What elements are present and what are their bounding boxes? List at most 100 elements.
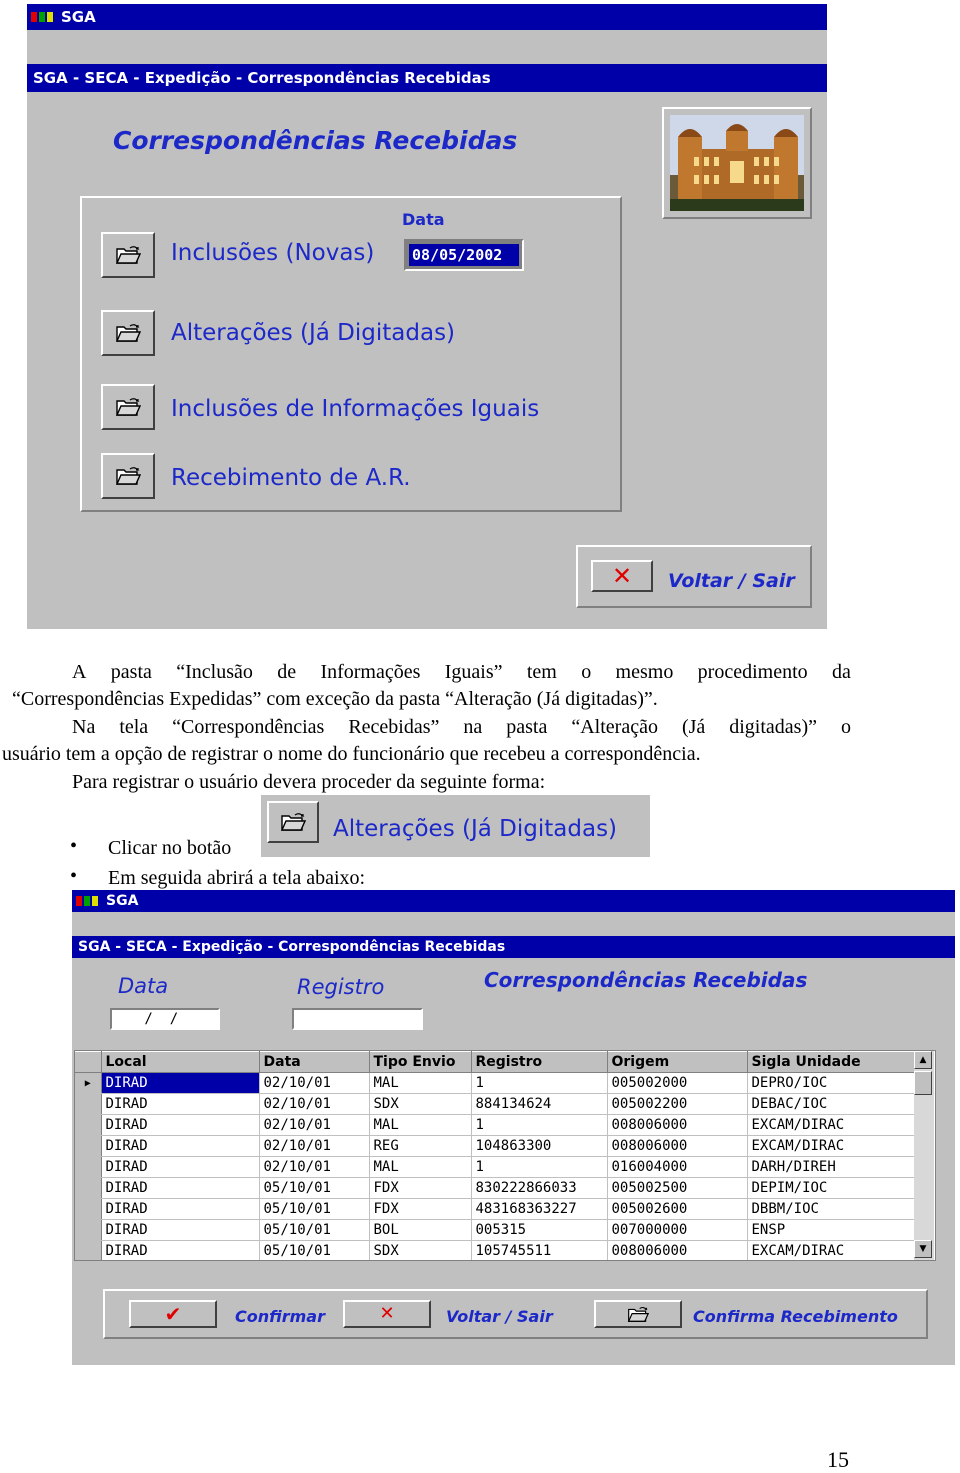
cell-origem[interactable]: 008006000 [607, 1114, 748, 1136]
table-row[interactable]: DIRAD 02/10/01 MAL 1 008006000 EXCAM/DIR… [75, 1114, 920, 1136]
cell-local[interactable]: DIRAD [101, 1156, 260, 1178]
table-row[interactable]: ▶ DIRAD 02/10/01 MAL 1 005002000 DEPRO/I… [75, 1072, 920, 1094]
option-recebimento-ar-button[interactable] [101, 453, 155, 499]
word: Iguais” [444, 661, 503, 683]
cell-tipo-envio[interactable]: MAL [369, 1114, 472, 1136]
option-alteracoes-button[interactable] [101, 310, 155, 356]
cell-origem[interactable]: 005002500 [607, 1177, 748, 1199]
column-header-sigla-unidade[interactable]: Sigla Unidade [747, 1051, 920, 1073]
column-header-data[interactable]: Data [259, 1051, 370, 1073]
cell-sigla-unidade[interactable]: ENSP [747, 1219, 920, 1241]
table-row[interactable]: DIRAD 02/10/01 MAL 1 016004000 DARH/DIRE… [75, 1156, 920, 1178]
cell-sigla-unidade[interactable]: DEPIM/IOC [747, 1177, 920, 1199]
option-recebimento-ar-label[interactable]: Recebimento de A.R. [171, 465, 411, 491]
cell-registro[interactable]: 105745511 [471, 1240, 608, 1260]
cell-sigla-unidade[interactable]: DEBAC/IOC [747, 1093, 920, 1115]
screen2-exit-label[interactable]: Voltar / Sair [446, 1307, 553, 1326]
cell-data[interactable]: 05/10/01 [259, 1177, 370, 1199]
cell-local[interactable]: DIRAD [101, 1072, 260, 1094]
option-alteracoes-label[interactable]: Alterações (Já Digitadas) [171, 320, 455, 346]
cell-data[interactable]: 05/10/01 [259, 1198, 370, 1220]
scroll-up-arrow-icon[interactable]: ▲ [914, 1051, 932, 1069]
cell-local[interactable]: DIRAD [101, 1135, 260, 1157]
cell-registro[interactable]: 884134624 [471, 1093, 608, 1115]
records-grid[interactable]: Local Data Tipo Envio Registro Origem Si… [74, 1050, 936, 1261]
confirm-receipt-label[interactable]: Confirma Recebimento [693, 1307, 898, 1326]
column-header-tipo-envio[interactable]: Tipo Envio [369, 1051, 472, 1073]
cell-registro[interactable]: 005315 [471, 1219, 608, 1241]
cell-tipo-envio[interactable]: FDX [369, 1177, 472, 1199]
table-row[interactable]: DIRAD 05/10/01 BOL 005315 007000000 ENSP [75, 1219, 920, 1241]
scroll-down-arrow-icon[interactable]: ▼ [914, 1240, 932, 1258]
cell-tipo-envio[interactable]: FDX [369, 1198, 472, 1220]
cell-origem[interactable]: 005002200 [607, 1093, 748, 1115]
cell-origem[interactable]: 008006000 [607, 1135, 748, 1157]
table-row[interactable]: DIRAD 05/10/01 SDX 105745511 008006000 E… [75, 1240, 920, 1260]
cell-sigla-unidade[interactable]: DEPRO/IOC [747, 1072, 920, 1094]
cell-local[interactable]: DIRAD [101, 1198, 260, 1220]
screen2-registro-field[interactable] [292, 1008, 423, 1030]
paragraph1-line1: A pasta “Inclusão de Informações Iguais”… [72, 659, 851, 687]
row-indicator [75, 1219, 102, 1241]
cell-tipo-envio[interactable]: SDX [369, 1093, 472, 1115]
word: Na [72, 716, 96, 738]
table-row[interactable]: DIRAD 05/10/01 FDX 483168363227 00500260… [75, 1198, 920, 1220]
cell-tipo-envio[interactable]: MAL [369, 1072, 472, 1094]
cell-tipo-envio[interactable]: REG [369, 1135, 472, 1157]
cell-data[interactable]: 05/10/01 [259, 1240, 370, 1260]
cell-tipo-envio[interactable]: BOL [369, 1219, 472, 1241]
cell-origem[interactable]: 008006000 [607, 1240, 748, 1260]
screen2-exit-button[interactable]: ✕ [343, 1300, 431, 1328]
table-row[interactable]: DIRAD 02/10/01 SDX 884134624 005002200 D… [75, 1093, 920, 1115]
confirm-receipt-button[interactable] [594, 1300, 682, 1328]
cell-origem[interactable]: 016004000 [607, 1156, 748, 1178]
cell-registro[interactable]: 483168363227 [471, 1198, 608, 1220]
confirm-label[interactable]: Confirmar [235, 1307, 325, 1326]
screen2-date-field[interactable]: / / [110, 1008, 220, 1030]
cell-local[interactable]: DIRAD [101, 1240, 260, 1260]
open-folder-icon [115, 245, 141, 265]
cell-data[interactable]: 02/10/01 [259, 1135, 370, 1157]
cell-sigla-unidade[interactable]: EXCAM/DIRAC [747, 1135, 920, 1157]
screen1-date-field[interactable]: 08/05/2002 [404, 239, 524, 271]
cell-local[interactable]: DIRAD [101, 1177, 260, 1199]
confirm-button[interactable]: ✔ [129, 1300, 217, 1328]
cell-local[interactable]: DIRAD [101, 1114, 260, 1136]
cell-data[interactable]: 02/10/01 [259, 1072, 370, 1094]
cell-registro[interactable]: 1 [471, 1114, 608, 1136]
cell-origem[interactable]: 007000000 [607, 1219, 748, 1241]
cell-local[interactable]: DIRAD [101, 1093, 260, 1115]
option-inclusoes-iguais-button[interactable] [101, 384, 155, 430]
cell-data[interactable]: 05/10/01 [259, 1219, 370, 1241]
cell-local[interactable]: DIRAD [101, 1219, 260, 1241]
option-inclusoes-iguais-label[interactable]: Inclusões de Informações Iguais [171, 396, 539, 422]
scroll-thumb[interactable] [914, 1071, 932, 1095]
cell-tipo-envio[interactable]: MAL [369, 1156, 472, 1178]
cell-origem[interactable]: 005002600 [607, 1198, 748, 1220]
cell-sigla-unidade[interactable]: EXCAM/DIRAC [747, 1114, 920, 1136]
cell-tipo-envio[interactable]: SDX [369, 1240, 472, 1260]
screen1-exit-button[interactable]: ✕ [591, 560, 653, 592]
cell-sigla-unidade[interactable]: DBBM/IOC [747, 1198, 920, 1220]
cell-registro[interactable]: 1 [471, 1072, 608, 1094]
column-header-origem[interactable]: Origem [607, 1051, 748, 1073]
cell-data[interactable]: 02/10/01 [259, 1114, 370, 1136]
cell-sigla-unidade[interactable]: EXCAM/DIRAC [747, 1240, 920, 1260]
table-row[interactable]: DIRAD 02/10/01 REG 104863300 008006000 E… [75, 1135, 920, 1157]
table-row[interactable]: DIRAD 05/10/01 FDX 830222866033 00500250… [75, 1177, 920, 1199]
cell-data[interactable]: 02/10/01 [259, 1156, 370, 1178]
screen1-exit-label[interactable]: Voltar / Sair [668, 570, 795, 592]
option-inclusoes-novas-label[interactable]: Inclusões (Novas) [171, 240, 374, 266]
cell-origem[interactable]: 005002000 [607, 1072, 748, 1094]
screen2-date-label: Data [118, 974, 169, 998]
cell-data[interactable]: 02/10/01 [259, 1093, 370, 1115]
column-header-registro[interactable]: Registro [471, 1051, 608, 1073]
option-inclusoes-novas-button[interactable] [101, 232, 155, 278]
cell-sigla-unidade[interactable]: DARH/DIREH [747, 1156, 920, 1178]
cell-registro[interactable]: 1 [471, 1156, 608, 1178]
cell-registro[interactable]: 830222866033 [471, 1177, 608, 1199]
grid-vertical-scrollbar[interactable]: ▲ ▼ [914, 1051, 934, 1260]
column-header-local[interactable]: Local [101, 1051, 260, 1073]
paragraph2-line2: usuário tem a opção de registrar o nome … [2, 743, 701, 765]
cell-registro[interactable]: 104863300 [471, 1135, 608, 1157]
